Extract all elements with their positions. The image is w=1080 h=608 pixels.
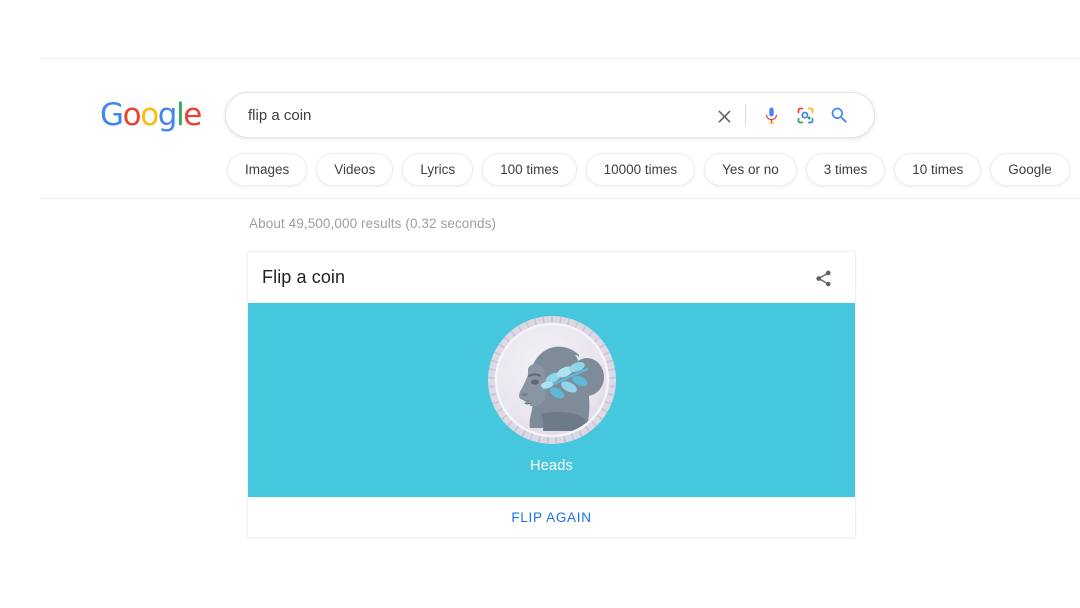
logo-letter-e: e bbox=[183, 97, 202, 133]
logo-letter-g1: G bbox=[100, 97, 124, 133]
coin-graphic bbox=[483, 311, 621, 449]
coin-flip-card: Flip a coin Heads FLIP AGAIN bbox=[247, 251, 856, 538]
search-actions-divider bbox=[745, 104, 746, 126]
filter-chip-row: Images Videos Lyrics 100 times 10000 tim… bbox=[227, 153, 1070, 186]
google-search-page: Google flip a coin Images Videos Lyrics … bbox=[0, 0, 1080, 608]
chip-videos[interactable]: Videos bbox=[316, 153, 394, 186]
coin-result-label: Heads bbox=[530, 458, 573, 474]
search-box-actions bbox=[707, 98, 874, 132]
logo-letter-o1: o bbox=[122, 97, 142, 133]
chip-yes-or-no[interactable]: Yes or no bbox=[704, 153, 797, 186]
close-icon[interactable] bbox=[707, 98, 741, 132]
logo-letter-o2: o bbox=[140, 97, 159, 133]
google-logo[interactable]: Google bbox=[100, 97, 202, 133]
chip-google[interactable]: Google bbox=[990, 153, 1070, 186]
card-title: Flip a coin bbox=[262, 267, 346, 287]
card-footer: FLIP AGAIN bbox=[248, 497, 855, 537]
header-top-divider bbox=[40, 58, 1080, 59]
chip-100-times[interactable]: 100 times bbox=[482, 153, 577, 186]
google-lens-icon[interactable] bbox=[788, 98, 822, 132]
chip-3-times[interactable]: 3 times bbox=[805, 153, 886, 186]
chip-images[interactable]: Images bbox=[227, 153, 308, 186]
search-box[interactable] bbox=[225, 92, 875, 138]
coin-stage: Heads bbox=[248, 303, 855, 497]
search-icon[interactable] bbox=[822, 98, 856, 132]
chip-10-times[interactable]: 10 times bbox=[894, 153, 982, 186]
chip-10000-times[interactable]: 10000 times bbox=[585, 153, 696, 186]
flip-again-button[interactable]: FLIP AGAIN bbox=[501, 504, 601, 531]
microphone-icon[interactable] bbox=[754, 98, 788, 132]
search-input[interactable] bbox=[226, 93, 707, 137]
chips-bottom-divider bbox=[40, 198, 1080, 199]
result-stats: About 49,500,000 results (0.32 seconds) bbox=[249, 216, 497, 231]
chip-lyrics[interactable]: Lyrics bbox=[402, 153, 474, 186]
logo-letter-g2: g bbox=[157, 97, 178, 133]
share-icon[interactable] bbox=[811, 266, 835, 290]
card-header: Flip a coin bbox=[248, 252, 855, 303]
